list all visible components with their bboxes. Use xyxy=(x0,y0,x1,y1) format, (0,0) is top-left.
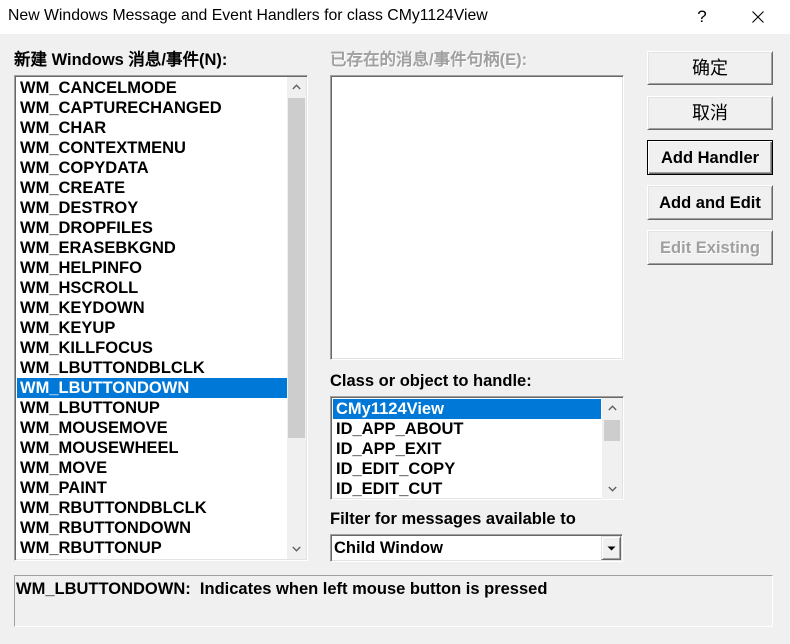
message-list-item[interactable]: WM_KILLFOCUS xyxy=(17,338,287,358)
scroll-down-button[interactable] xyxy=(602,479,622,499)
message-list-item[interactable]: WM_LBUTTONDOWN xyxy=(17,378,287,398)
message-description-text: WM_LBUTTONDOWN: Indicates when left mous… xyxy=(16,580,548,598)
class-list-item[interactable]: ID_EDIT_CUT xyxy=(333,479,601,499)
message-list-item[interactable]: WM_HELPINFO xyxy=(17,258,287,278)
message-list-item[interactable]: WM_CREATE xyxy=(17,178,287,198)
existing-handlers-list[interactable] xyxy=(330,75,624,360)
scroll-track[interactable] xyxy=(602,420,622,479)
filter-combobox[interactable]: Child Window xyxy=(330,534,623,562)
add-handler-button-label: Add Handler xyxy=(660,148,760,167)
message-list-item[interactable]: WM_LBUTTONUP xyxy=(17,398,287,418)
message-list-item[interactable]: WM_MOUSEMOVE xyxy=(17,418,287,438)
scroll-thumb[interactable] xyxy=(288,98,305,438)
scroll-thumb[interactable] xyxy=(604,420,620,441)
ok-button-label: 确定 xyxy=(692,58,728,78)
class-object-items: CMy1124View ID_APP_ABOUT ID_APP_EXIT ID_… xyxy=(333,399,601,499)
class-list-item[interactable]: ID_APP_EXIT xyxy=(333,439,601,459)
filter-dropdown-button[interactable] xyxy=(601,536,621,560)
class-list-item[interactable]: CMy1124View xyxy=(333,399,601,419)
new-messages-list[interactable]: WM_CANCELMODE WM_CAPTURECHANGED WM_CHAR … xyxy=(14,75,308,561)
class-object-scrollbar[interactable] xyxy=(602,398,622,499)
message-list-item[interactable]: WM_LBUTTONDBLCLK xyxy=(17,358,287,378)
message-list-item[interactable]: WM_KEYDOWN xyxy=(17,298,287,318)
filter-selected-value: Child Window xyxy=(334,539,443,557)
help-icon: ? xyxy=(697,7,707,26)
message-list-item[interactable]: WM_CANCELMODE xyxy=(17,78,287,98)
message-list-item[interactable]: WM_CAPTURECHANGED xyxy=(17,98,287,118)
chevron-down-icon xyxy=(292,546,301,552)
cancel-button-label: 取消 xyxy=(692,103,728,123)
edit-existing-button[interactable]: Edit Existing xyxy=(647,230,773,265)
message-list-item[interactable]: WM_CONTEXTMENU xyxy=(17,138,287,158)
message-list-item[interactable]: WM_CHAR xyxy=(17,118,287,138)
chevron-up-icon xyxy=(607,405,617,411)
new-messages-items: WM_CANCELMODE WM_CAPTURECHANGED WM_CHAR … xyxy=(17,78,287,558)
message-list-item[interactable]: WM_HSCROLL xyxy=(17,278,287,298)
existing-handlers-label: 已存在的消息/事件句柄(E): xyxy=(330,51,528,69)
title-bar[interactable]: New Windows Message and Event Handlers f… xyxy=(0,0,790,34)
new-messages-scrollbar[interactable] xyxy=(287,77,306,559)
close-button[interactable] xyxy=(736,0,780,34)
message-list-item[interactable]: WM_KEYUP xyxy=(17,318,287,338)
scroll-up-button[interactable] xyxy=(287,77,306,97)
dropdown-arrow-icon xyxy=(607,546,615,550)
message-list-item[interactable]: WM_DESTROY xyxy=(17,198,287,218)
class-list-item[interactable]: ID_EDIT_COPY xyxy=(333,459,601,479)
message-description: WM_LBUTTONDOWN: Indicates when left mous… xyxy=(14,575,773,627)
edit-existing-button-label: Edit Existing xyxy=(660,238,760,257)
help-button[interactable]: ? xyxy=(680,0,724,34)
class-object-list[interactable]: CMy1124View ID_APP_ABOUT ID_APP_EXIT ID_… xyxy=(330,396,624,500)
message-list-item[interactable]: WM_DROPFILES xyxy=(17,218,287,238)
chevron-down-icon xyxy=(607,486,617,492)
ok-button[interactable]: 确定 xyxy=(647,51,773,85)
scroll-down-button[interactable] xyxy=(287,539,306,559)
message-list-item[interactable]: WM_ERASEBKGND xyxy=(17,238,287,258)
scroll-up-button[interactable] xyxy=(602,398,622,418)
message-list-item[interactable]: WM_MOUSEWHEEL xyxy=(17,438,287,458)
message-list-item[interactable]: WM_RBUTTONDBLCLK xyxy=(17,498,287,518)
new-messages-label: 新建 Windows 消息/事件(N): xyxy=(14,51,228,69)
add-and-edit-button-label: Add and Edit xyxy=(659,193,761,212)
filter-label: Filter for messages available to xyxy=(330,510,576,528)
message-list-item[interactable]: WM_COPYDATA xyxy=(17,158,287,178)
message-list-item[interactable]: WM_PAINT xyxy=(17,478,287,498)
message-list-item[interactable]: WM_RBUTTONDOWN xyxy=(17,518,287,538)
message-list-item[interactable]: WM_MOVE xyxy=(17,458,287,478)
cancel-button[interactable]: 取消 xyxy=(647,96,773,130)
class-list-item[interactable]: ID_APP_ABOUT xyxy=(333,419,601,439)
message-list-item[interactable]: WM_RBUTTONUP xyxy=(17,538,287,558)
close-icon xyxy=(752,11,764,23)
add-handler-button[interactable]: Add Handler xyxy=(647,140,773,175)
scroll-track[interactable] xyxy=(287,98,306,539)
class-object-label: Class or object to handle: xyxy=(330,372,532,390)
add-and-edit-button[interactable]: Add and Edit xyxy=(647,185,773,220)
window-title: New Windows Message and Event Handlers f… xyxy=(8,7,488,24)
chevron-up-icon xyxy=(292,84,301,90)
